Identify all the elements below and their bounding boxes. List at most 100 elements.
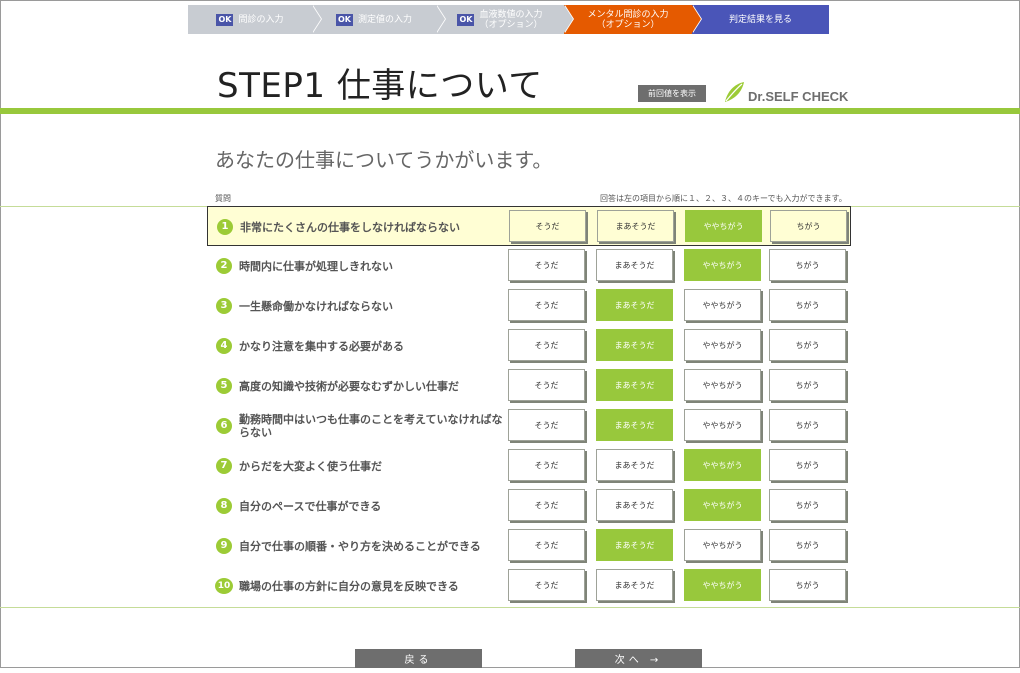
logo-text: Dr.SELF CHECK [748, 89, 849, 104]
next-button[interactable]: 次へ → [575, 649, 702, 668]
question-number-badge: 6 [216, 418, 232, 434]
answer-option-button[interactable]: そうだ [508, 449, 585, 481]
ok-badge: OK [216, 13, 234, 26]
logo: Dr.SELF CHECK [722, 80, 848, 104]
answer-option-button[interactable]: まあそうだ [596, 249, 673, 281]
answer-option-button[interactable]: ちがう [769, 329, 846, 361]
answer-option-button[interactable]: ちがう [769, 289, 846, 321]
answer-option-button[interactable]: まあそうだ [596, 409, 673, 441]
answer-option-button[interactable]: まあそうだ [596, 449, 673, 481]
answer-option-button[interactable]: ややちがう [684, 529, 761, 561]
ok-badge: OK [457, 13, 475, 26]
step-progress-bar: OK 問診の入力 OK 測定値の入力 OK 血液数値の入力 （オプション） メン… [188, 5, 829, 34]
question-text: 非常にたくさんの仕事をしなければならない [240, 220, 460, 234]
answer-option-button[interactable]: ちがう [769, 489, 846, 521]
step-label: 血液数値の入力 （オプション） [479, 9, 543, 30]
question-number-badge: 7 [216, 458, 232, 474]
step-label: 判定結果を見る [728, 14, 792, 25]
question-column-label: 質問 [215, 194, 231, 203]
page-title: STEP1 仕事について [217, 66, 543, 106]
question-text: 職場の仕事の方針に自分の意見を反映できる [239, 579, 459, 593]
step-interview[interactable]: OK 問診の入力 [188, 5, 322, 34]
answer-option-button[interactable]: ややちがう [684, 569, 761, 601]
question-row: 6 勤務時間中はいつも仕事のことを考えていなければならない そうだ まあそうだ ややちが… [207, 406, 851, 446]
answer-option-button[interactable]: そうだ [508, 489, 585, 521]
question-number-badge: 4 [216, 338, 232, 354]
question-row: 2 時間内に仕事が処理しきれない そうだ まあそうだ ややちがう ちがう [207, 246, 851, 286]
question-text: 一生懸命働かなければならない [239, 299, 393, 313]
answer-option-button[interactable]: ややちがう [685, 210, 762, 242]
answer-option-button[interactable]: そうだ [508, 409, 585, 441]
question-row: 7 からだを大変よく使う仕事だ そうだ まあそうだ ややちがう ちがう [207, 446, 851, 486]
step-measurements[interactable]: OK 測定値の入力 [312, 5, 446, 34]
answer-option-button[interactable]: そうだ [508, 329, 585, 361]
back-button[interactable]: 戻る [355, 649, 482, 668]
chevron-right-icon [564, 5, 573, 33]
answer-option-button[interactable]: まあそうだ [596, 529, 673, 561]
question-row: 3 一生懸命働かなければならない そうだ まあそうだ ややちがう ちがう [207, 286, 851, 326]
question-number-badge: 2 [216, 258, 232, 274]
divider [0, 607, 1020, 608]
chevron-right-icon [312, 5, 321, 33]
question-text: かなり注意を集中する必要がある [239, 339, 404, 353]
question-number-badge: 5 [216, 378, 232, 394]
question-row: 10 職場の仕事の方針に自分の意見を反映できる そうだ まあそうだ ややちがう ちがう [207, 566, 851, 606]
section-subtitle: あなたの仕事についてうかがいます。 [215, 148, 553, 172]
answer-option-button[interactable]: ややちがう [684, 449, 761, 481]
answer-option-button[interactable]: まあそうだ [596, 489, 673, 521]
answer-option-button[interactable]: そうだ [509, 210, 586, 242]
answer-option-button[interactable]: まあそうだ [596, 329, 673, 361]
step-label: メンタル問診の入力 （オプション） [587, 9, 669, 30]
step-blood-values[interactable]: OK 血液数値の入力 （オプション） [436, 5, 574, 34]
answer-option-button[interactable]: そうだ [508, 289, 585, 321]
question-text: 時間内に仕事が処理しきれない [239, 259, 393, 273]
answer-option-button[interactable]: ややちがう [684, 489, 761, 521]
answer-option-button[interactable]: ちがう [769, 529, 846, 561]
question-text: 高度の知識や技術が必要なむずかしい仕事だ [239, 379, 459, 393]
answer-option-button[interactable]: ややちがう [684, 409, 761, 441]
answer-option-button[interactable]: ちがう [770, 210, 847, 242]
question-row: 8 自分のペースで仕事ができる そうだ まあそうだ ややちがう ちがう [207, 486, 851, 526]
question-text: 自分で仕事の順番・やり方を決めることができる [239, 539, 481, 553]
leaf-icon [725, 82, 744, 102]
answer-option-button[interactable]: ちがう [769, 449, 846, 481]
step-label: 測定値の入力 [357, 14, 412, 25]
question-text: からだを大変よく使う仕事だ [239, 459, 382, 473]
step-label: 問診の入力 [238, 14, 284, 25]
answer-option-button[interactable]: ややちがう [684, 369, 761, 401]
question-number-badge: 9 [216, 538, 232, 554]
answer-option-button[interactable]: ちがう [769, 409, 846, 441]
question-text: 勤務時間中はいつも仕事のことを考えていなければならない [239, 413, 503, 439]
answer-option-button[interactable]: ややちがう [684, 289, 761, 321]
answer-option-button[interactable]: そうだ [508, 569, 585, 601]
chevron-right-icon [692, 5, 701, 33]
question-row: 5 高度の知識や技術が必要なむずかしい仕事だ そうだ まあそうだ ややちがう ちがう [207, 366, 851, 406]
keyboard-hint: 回答は左の項目から順に１、２、３、４のキーでも入力ができます。 [600, 194, 847, 203]
answer-option-button[interactable]: そうだ [508, 529, 585, 561]
answer-option-button[interactable]: まあそうだ [596, 569, 673, 601]
question-list: 1 非常にたくさんの仕事をしなければならない そうだ まあそうだ ややちがう ちがう 2 時間… [207, 206, 851, 606]
answer-option-button[interactable]: ちがう [769, 249, 846, 281]
show-previous-values-button[interactable]: 前回値を表示 [638, 85, 706, 102]
question-row: 9 自分で仕事の順番・やり方を決めることができる そうだ まあそうだ ややちがう ちがう [207, 526, 851, 566]
question-number-badge: 1 [217, 219, 233, 235]
answer-option-button[interactable]: ちがう [769, 569, 846, 601]
answer-option-button[interactable]: まあそうだ [597, 210, 674, 242]
ok-badge: OK [335, 13, 353, 26]
chevron-right-icon [436, 5, 445, 33]
answer-option-button[interactable]: ややちがう [684, 329, 761, 361]
question-row: 4 かなり注意を集中する必要がある そうだ まあそうだ ややちがう ちがう [207, 326, 851, 366]
answer-option-button[interactable]: ややちがう [684, 249, 761, 281]
answer-option-button[interactable]: まあそうだ [596, 369, 673, 401]
answer-option-button[interactable]: そうだ [508, 249, 585, 281]
answer-option-button[interactable]: まあそうだ [596, 289, 673, 321]
step-mental-interview[interactable]: メンタル問診の入力 （オプション） [564, 5, 702, 34]
answer-option-button[interactable]: ちがう [769, 369, 846, 401]
question-number-badge: 3 [216, 298, 232, 314]
step-results[interactable]: 判定結果を見る [692, 5, 829, 34]
question-row: 1 非常にたくさんの仕事をしなければならない そうだ まあそうだ ややちがう ちがう [207, 206, 851, 246]
answer-option-button[interactable]: そうだ [508, 369, 585, 401]
question-number-badge: 10 [215, 578, 233, 594]
header-divider [0, 108, 1020, 114]
question-number-badge: 8 [216, 498, 232, 514]
